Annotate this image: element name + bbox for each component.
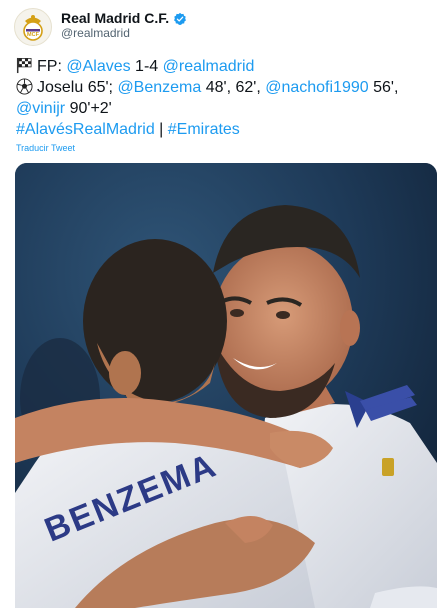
tweet-text: FP: @Alaves 1-4 @realmadrid Joselu 65'; … (16, 56, 436, 140)
mention-vinijr[interactable]: @vinijr (16, 100, 65, 117)
mention-alaves[interactable]: @Alaves (66, 58, 130, 75)
players-embrace-photo: BENZEMA (15, 163, 437, 608)
display-name-text[interactable]: Real Madrid C.F. (61, 11, 169, 26)
benzema-minutes: 48', 62', (201, 79, 266, 96)
checkered-flag-icon (16, 57, 32, 74)
tweet-line-hashtags: #AlavésRealMadrid | #Emirates (16, 119, 436, 140)
mention-nachofi1990[interactable]: @nachofi1990 (265, 79, 368, 96)
real-madrid-crest-icon: MCF (23, 15, 43, 41)
hashtag-alavesrealmadrid[interactable]: #AlavésRealMadrid (16, 121, 155, 138)
hashtag-emirates[interactable]: #Emirates (168, 121, 240, 138)
tweet-header: MCF Real Madrid C.F. @realmadrid (14, 8, 187, 46)
tweet-media-photo[interactable]: BENZEMA (15, 163, 437, 608)
display-name[interactable]: Real Madrid C.F. (61, 11, 187, 26)
result-prefix: FP: (37, 58, 67, 75)
score-text: 1-4 (130, 58, 163, 75)
hashtag-separator: | (154, 121, 168, 138)
handle[interactable]: @realmadrid (61, 26, 187, 41)
mention-realmadrid[interactable]: @realmadrid (163, 58, 255, 75)
translate-tweet-link[interactable]: Traducir Tweet (16, 143, 75, 153)
tweet-line-scorers: Joselu 65'; @Benzema 48', 62', @nachofi1… (16, 77, 436, 98)
vinijr-minutes: 90'+2' (65, 100, 112, 117)
tweet-line-scorers-cont: @vinijr 90'+2' (16, 98, 436, 119)
mention-benzema[interactable]: @Benzema (117, 79, 201, 96)
avatar[interactable]: MCF (14, 8, 52, 46)
tweet-line-result: FP: @Alaves 1-4 @realmadrid (16, 56, 436, 77)
scorer-joselu: Joselu 65'; (37, 79, 118, 96)
svg-text:MCF: MCF (27, 32, 40, 38)
verified-badge-icon (174, 12, 187, 25)
soccer-ball-icon (16, 78, 33, 95)
nacho-minutes: 56', (368, 79, 399, 96)
